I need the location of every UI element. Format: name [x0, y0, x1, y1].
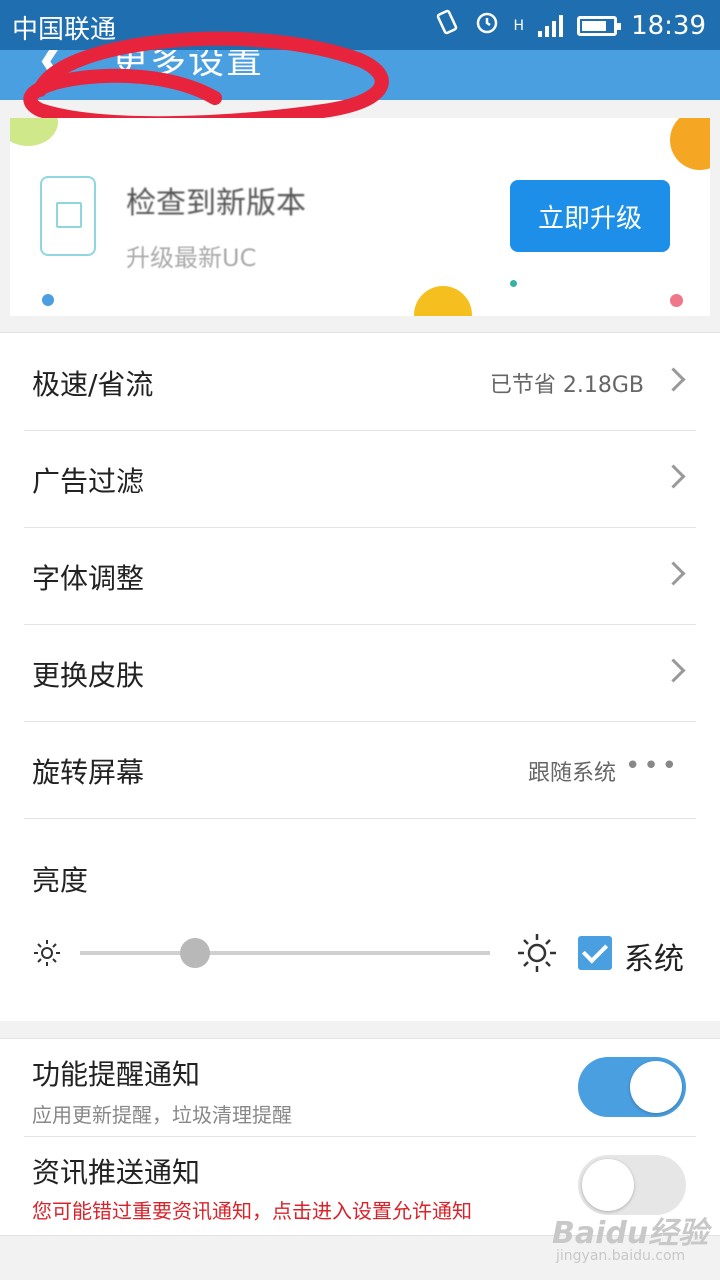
decor-dot — [670, 294, 683, 307]
setting-rotate-screen[interactable]: 旋转屏幕 跟随系统 ••• — [24, 721, 696, 819]
setting-feature-notify[interactable]: 功能提醒通知 应用更新提醒，垃圾清理提醒 — [24, 1039, 696, 1137]
chevron-right-icon — [661, 658, 686, 683]
decor-dot — [42, 294, 54, 306]
status-bar: 中国联通 H 18:39 — [0, 0, 720, 50]
alarm-icon — [474, 9, 500, 42]
vibrate-icon — [434, 9, 460, 42]
decor-dot — [10, 118, 58, 146]
setting-font-size[interactable]: 字体调整 — [24, 527, 696, 625]
brightness-label: 亮度 — [32, 864, 89, 897]
toggle-knob — [582, 1159, 634, 1211]
watermark-url: jingyan.baidu.com — [556, 1248, 686, 1264]
system-brightness-checkbox[interactable] — [578, 936, 612, 970]
update-banner[interactable]: 检查到新版本 升级最新UC 立即升级 — [10, 118, 710, 316]
status-icons: H 18:39 — [434, 9, 706, 42]
more-dots-icon[interactable]: ••• — [625, 751, 680, 781]
notification-settings: 功能提醒通知 应用更新提醒，垃圾清理提醒 资讯推送通知 您可能错过重要资讯通知，… — [0, 1038, 720, 1236]
banner-title: 检查到新版本 — [126, 186, 306, 221]
setting-label: 旋转屏幕 — [32, 756, 145, 789]
battery-icon — [577, 15, 622, 36]
setting-label: 广告过滤 — [32, 465, 145, 498]
decor-dot — [414, 286, 472, 316]
brightness-slider-knob[interactable] — [179, 938, 210, 968]
setting-value: 已节省 2.18GB — [489, 373, 644, 398]
decor-dot — [510, 280, 517, 287]
setting-value: 跟随系统 — [527, 761, 616, 786]
setting-speed-saver[interactable]: 极速/省流 已节省 2.18GB — [24, 333, 696, 431]
page-title: 更多设置 — [112, 50, 265, 82]
setting-label: 更换皮肤 — [32, 659, 145, 692]
settings-list: 极速/省流 已节省 2.18GB 广告过滤 字体调整 更换皮肤 旋转屏幕 跟随系… — [0, 332, 720, 1021]
watermark: Baidu经验 — [552, 1216, 709, 1251]
decor-dot — [670, 118, 710, 170]
chevron-right-icon — [661, 367, 686, 392]
toggle-knob — [630, 1061, 682, 1113]
app-bar: ❮ 更多设置 — [0, 50, 720, 100]
notify-title: 功能提醒通知 — [32, 1058, 201, 1091]
setting-label: 极速/省流 — [32, 368, 154, 401]
upgrade-button[interactable]: 立即升级 — [510, 180, 670, 252]
sun-large-icon — [518, 934, 556, 972]
signal-icon — [538, 14, 564, 37]
banner-subtitle: 升级最新UC — [126, 244, 257, 272]
setting-label: 字体调整 — [32, 562, 145, 595]
notify-subtitle: 应用更新提醒，垃圾清理提醒 — [32, 1103, 292, 1127]
system-brightness-label: 系统 — [624, 942, 684, 977]
phone-update-icon — [40, 176, 96, 256]
sun-small-icon — [34, 940, 60, 966]
brightness-slider[interactable] — [80, 951, 490, 955]
carrier-label: 中国联通 — [12, 15, 117, 45]
setting-ad-filter[interactable]: 广告过滤 — [24, 430, 696, 528]
notify-warning[interactable]: 您可能错过重要资讯通知，点击进入设置允许通知 — [32, 1195, 472, 1224]
back-button[interactable]: ❮ — [36, 50, 70, 82]
notify-title: 资讯推送通知 — [32, 1156, 201, 1189]
feature-notify-toggle[interactable] — [578, 1057, 686, 1117]
setting-skin[interactable]: 更换皮肤 — [24, 624, 696, 722]
chevron-right-icon — [661, 561, 686, 586]
news-notify-toggle[interactable] — [578, 1155, 686, 1215]
clock: 18:39 — [631, 10, 706, 41]
network-type-label: H — [513, 17, 525, 34]
chevron-right-icon — [661, 464, 686, 489]
